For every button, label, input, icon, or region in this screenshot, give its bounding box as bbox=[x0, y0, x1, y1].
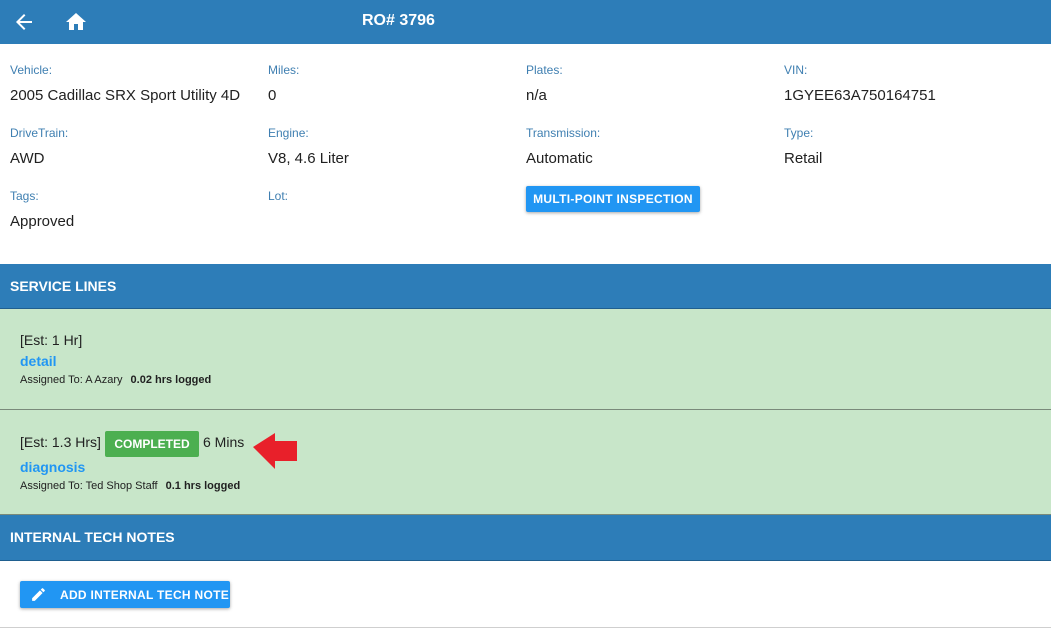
vin-value: 1GYEE63A750164751 bbox=[784, 87, 936, 104]
service-name-link[interactable]: diagnosis bbox=[20, 459, 85, 475]
drivetrain-value: AWD bbox=[10, 150, 45, 167]
miles-label: Miles: bbox=[268, 63, 300, 77]
service-name-link[interactable]: detail bbox=[20, 353, 57, 369]
miles-value: 0 bbox=[268, 87, 277, 104]
internal-tech-notes-header: INTERNAL TECH NOTES bbox=[0, 515, 1051, 561]
hours-logged-text: 0.02 hrs logged bbox=[130, 374, 212, 386]
tags-value: Approved bbox=[10, 213, 75, 230]
assigned-to-text: Assigned To: A Azary bbox=[20, 374, 123, 386]
plates-value: n/a bbox=[526, 87, 547, 104]
vin-label: VIN: bbox=[784, 63, 808, 77]
tags-label: Tags: bbox=[10, 189, 39, 203]
type-label: Type: bbox=[784, 126, 814, 140]
divider bbox=[0, 627, 1051, 628]
service-line-diagnosis: [Est: 1.3 Hrs] COMPLETED 6 Mins diagnosi… bbox=[0, 410, 1051, 515]
service-line-detail: [Est: 1 Hr] detail Assigned To: A Azary 0… bbox=[0, 309, 1051, 410]
home-icon[interactable] bbox=[64, 10, 88, 34]
add-internal-tech-note-button[interactable]: ADD INTERNAL TECH NOTE bbox=[20, 581, 230, 608]
pencil-icon bbox=[32, 588, 45, 601]
top-app-bar: RO# 3796 bbox=[0, 0, 1051, 44]
assigned-info: Assigned To: Ted Shop Staff 0.1 hrs logge… bbox=[20, 480, 240, 492]
assigned-info: Assigned To: A Azary 0.02 hrs logged bbox=[20, 374, 211, 386]
drivetrain-label: DriveTrain: bbox=[10, 126, 69, 140]
add-note-label: ADD INTERNAL TECH NOTE bbox=[60, 587, 230, 602]
red-arrow-annotation-icon bbox=[253, 433, 297, 469]
engine-value: V8, 4.6 Liter bbox=[268, 150, 349, 167]
service-lines-header: SERVICE LINES bbox=[0, 264, 1051, 309]
type-value: Retail bbox=[784, 150, 823, 167]
estimate-text: [Est: 1.3 Hrs] bbox=[20, 434, 101, 450]
transmission-value: Automatic bbox=[526, 150, 593, 167]
duration-text: 6 Mins bbox=[203, 434, 245, 450]
plates-label: Plates: bbox=[526, 63, 563, 77]
vehicle-value: 2005 Cadillac SRX Sport Utility 4D bbox=[10, 87, 241, 104]
vehicle-label: Vehicle: bbox=[10, 63, 53, 77]
engine-label: Engine: bbox=[268, 126, 309, 140]
multi-point-inspection-button[interactable]: MULTI-POINT INSPECTION bbox=[526, 186, 700, 212]
page-title: RO# 3796 bbox=[362, 12, 435, 29]
estimate-text: [Est: 1 Hr] bbox=[20, 332, 83, 348]
hours-logged-text: 0.1 hrs logged bbox=[165, 480, 241, 492]
completed-status-badge: COMPLETED bbox=[105, 431, 199, 457]
arrow-left-icon[interactable] bbox=[12, 10, 36, 34]
transmission-label: Transmission: bbox=[526, 126, 601, 140]
lot-label: Lot: bbox=[268, 189, 289, 203]
assigned-to-text: Assigned To: Ted Shop Staff bbox=[20, 480, 158, 492]
